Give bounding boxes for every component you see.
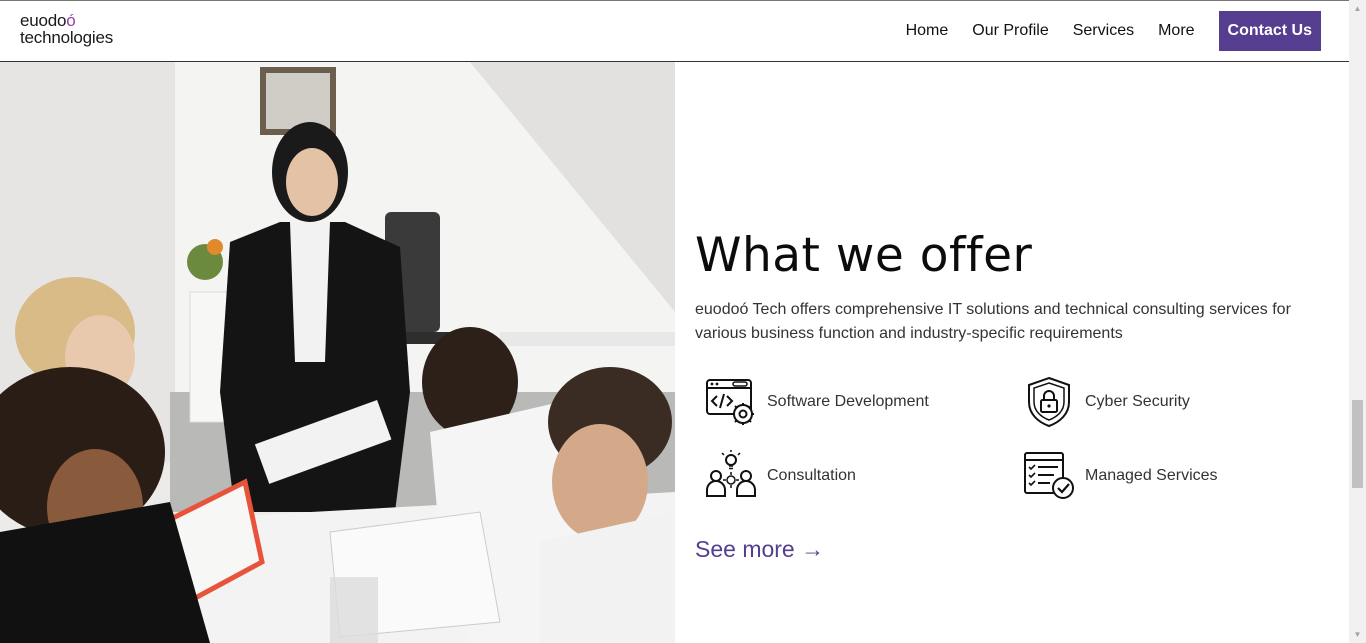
- main-nav: Home Our Profile Services More Contact U…: [882, 11, 1321, 51]
- see-more-link[interactable]: See more →: [695, 536, 824, 563]
- section-title: What we offer: [695, 228, 1033, 283]
- site-header: euodoó technologies Home Our Profile Ser…: [0, 0, 1349, 62]
- nav-more[interactable]: More: [1158, 22, 1194, 40]
- service-label: Managed Services: [1085, 467, 1218, 484]
- service-label: Consultation: [767, 467, 856, 484]
- logo-wordmark-bottom: technologies: [20, 28, 114, 47]
- service-label: Software Development: [767, 393, 929, 410]
- service-managed-services[interactable]: Managed Services: [1023, 450, 1218, 502]
- service-software-development[interactable]: Software Development: [705, 376, 929, 428]
- service-cyber-security[interactable]: Cyber Security: [1023, 376, 1190, 428]
- company-logo[interactable]: euodoó technologies: [20, 12, 113, 46]
- shield-lock-icon: [1028, 376, 1070, 428]
- code-gear-icon: [706, 379, 754, 425]
- scrollbar-thumb[interactable]: [1352, 400, 1363, 488]
- checklist-icon: [1024, 452, 1074, 499]
- nav-services[interactable]: Services: [1073, 22, 1134, 40]
- service-consultation[interactable]: Consultation: [705, 450, 856, 502]
- team-meeting-photo: [0, 62, 675, 643]
- nav-our-profile[interactable]: Our Profile: [972, 22, 1048, 40]
- nav-home[interactable]: Home: [906, 22, 949, 40]
- page-scrollbar[interactable]: ▲ ▼: [1349, 0, 1366, 643]
- section-description: euodoó Tech offers comprehensive IT solu…: [695, 301, 1291, 342]
- people-idea-icon: [706, 450, 756, 497]
- scroll-up-arrow-icon[interactable]: ▲: [1349, 0, 1366, 17]
- scroll-down-arrow-icon[interactable]: ▼: [1349, 626, 1366, 643]
- contact-us-button[interactable]: Contact Us: [1218, 11, 1321, 51]
- service-label: Cyber Security: [1085, 393, 1190, 410]
